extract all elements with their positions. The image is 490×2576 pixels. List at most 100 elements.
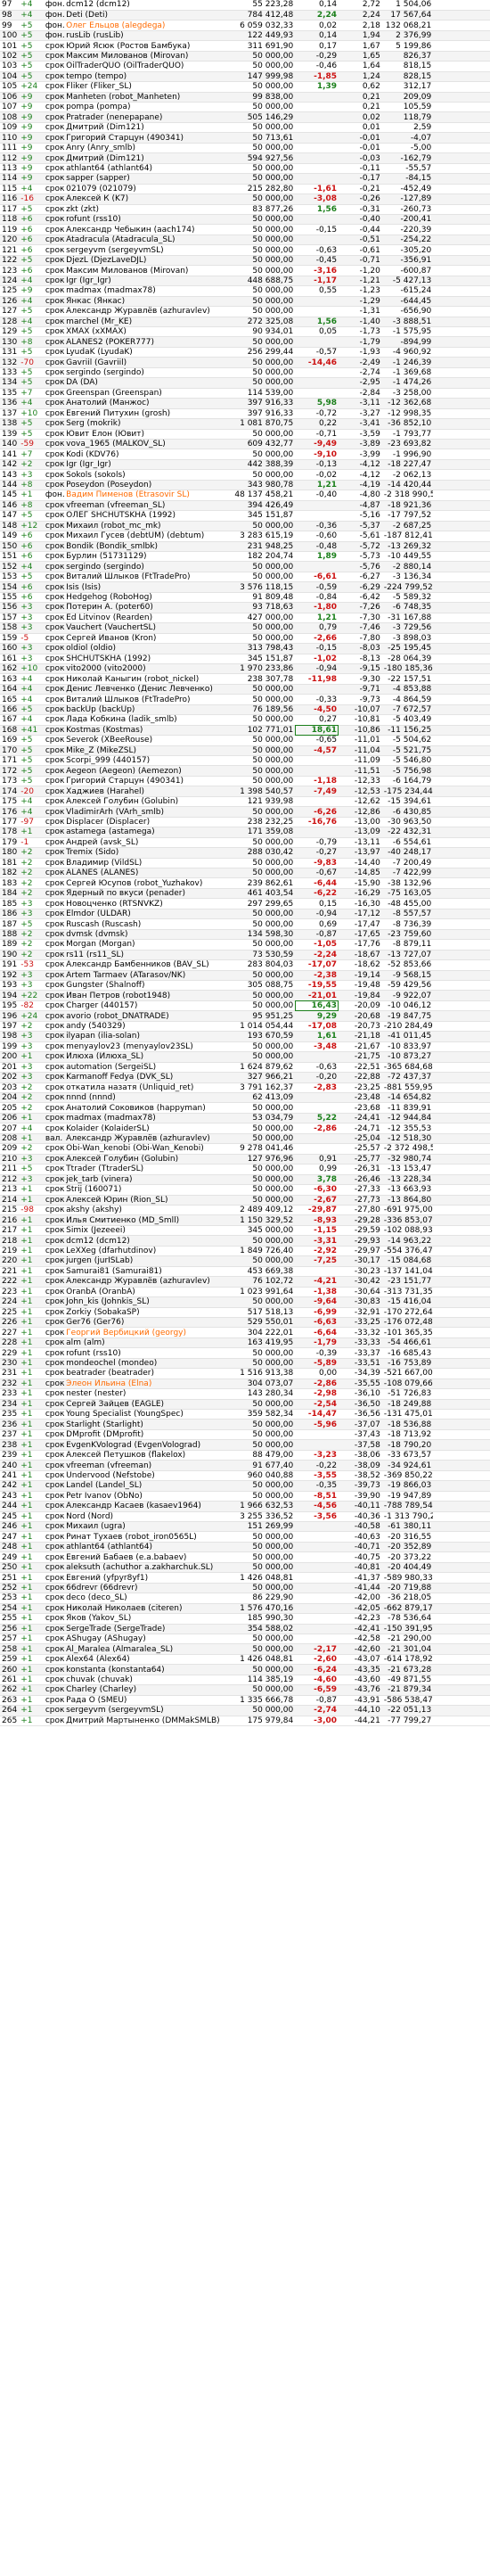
participant-link[interactable]: automation (SergeiSL) [64,1062,224,1074]
participant-link[interactable]: Gungster (Shalnoff) [64,980,224,992]
participant-link[interactable]: Максим Милованов (Mirovan) [64,265,224,276]
participant-link[interactable]: Deti (Deti) [64,10,224,21]
participant-link[interactable]: SergeTrade (SergeTrade) [64,1624,224,1635]
participant-link[interactable]: konstanta (konstanta64) [64,1664,224,1675]
participant-link[interactable]: Karmanoff Fedya (DVK_SL) [64,1072,224,1083]
participant-link[interactable]: Ed Litvinov (Rearden) [64,613,224,624]
participant-link[interactable]: Олег Ельцов (alegdega) [64,20,224,31]
participant-link[interactable]: Николай Николаев (citeren) [64,1603,224,1615]
participant-link[interactable]: pompa (pompa) [64,102,224,113]
participant-link[interactable]: Landel (Landel_SL) [64,1480,224,1492]
participant-link[interactable]: Георгий Вербицкий (georgy) [64,1327,224,1338]
participant-link[interactable]: Igr (Igr_Igr) [64,276,224,287]
participant-link[interactable]: Obi-Wan_kenobi (Obi-Wan_Kenobi) [64,1143,224,1155]
participant-link[interactable]: XMAX (xXMAX) [64,326,224,338]
participant-link[interactable]: Максим Милованов (Mirovan) [64,51,224,62]
participant-link[interactable]: Gavriil (Gavriil) [64,357,224,368]
participant-link[interactable]: откатила назатя (Unliquid_ret) [64,1082,224,1094]
participant-link[interactable]: Григорий Старцун (490341) [64,776,224,787]
participant-link[interactable]: Сергей Зайцев (EAGLE) [64,1399,224,1411]
participant-link[interactable]: rusLib (rusLib) [64,30,224,42]
participant-link[interactable]: Hedgehog (RoboHog) [64,592,224,604]
participant-link[interactable]: Лада Кобкина (ladik_smlb) [64,714,224,726]
participant-link[interactable]: nnnd (nnnd) [64,1092,224,1104]
participant-link[interactable]: Ринат Тухаев (robot_iron0565L) [64,1531,224,1543]
participant-link[interactable]: VladimirArh (VArh_smlb) [64,806,224,818]
participant-link[interactable]: LeXXeg (dfarhutdinov) [64,1246,224,1257]
participant-link[interactable]: Иван Петров (robot1948) [64,990,224,1001]
participant-link[interactable]: Вадим Пименов (Etrasovir SL) [64,490,224,501]
participant-link[interactable]: Ger76 (Ger76) [64,1317,224,1329]
participant-link[interactable]: Алексей Юрин (Rion_SL) [64,1195,224,1206]
participant-link[interactable]: LyudaK (LyudaK) [64,347,224,358]
participant-link[interactable]: Nord (Nord) [64,1511,224,1523]
participant-link[interactable]: Vauchert (VauchertSL) [64,622,224,634]
participant-link[interactable]: Потерин А. (poter60) [64,602,224,613]
participant-link[interactable]: vfreeman (vfreeman_SL) [64,500,224,512]
participant-link[interactable]: Андрей (avsk_SL) [64,837,224,849]
participant-link[interactable]: menyaylov23 (menyaylov23SL) [64,1041,224,1053]
participant-link[interactable]: Al_Maralea (Almaralea_SL) [64,1643,224,1655]
participant-link[interactable]: Михаил (ugra) [64,1521,224,1533]
participant-link[interactable]: nester (nester) [64,1388,224,1400]
participant-link[interactable]: ОЛЕГ SHCHUTSKHA (1992) [64,510,224,522]
participant-link[interactable]: Sokols (sokols) [64,469,224,481]
participant-link[interactable]: oldiol (oldio) [64,643,224,654]
participant-link[interactable]: tempo (tempo) [64,71,224,83]
participant-link[interactable]: Евгений (yfpyr8yf1) [64,1572,224,1584]
participant-link[interactable]: Igr (Igr_Igr) [64,459,224,471]
participant-link[interactable]: DjezL (DjezLaveDJL) [64,255,224,267]
participant-link[interactable]: Григорий Старцун (490341) [64,132,224,144]
participant-link[interactable]: rs11 (rs11_SL) [64,950,224,961]
participant-link[interactable]: Petr Ivanov (ObNo) [64,1491,224,1502]
participant-link[interactable]: Янкас (Янкас) [64,296,224,308]
participant-link[interactable]: Pratrader (nenepapane) [64,111,224,123]
participant-link[interactable]: SHCHUTSKHA (1992) [64,654,224,664]
participant-link[interactable]: Юрий Ясюк (Ростов Бамбука) [64,40,224,52]
participant-link[interactable]: andy (540329) [64,1021,224,1033]
participant-link[interactable]: Дмитрий (Dim121) [64,152,224,164]
participant-link[interactable]: madmax (madmax78) [64,1113,224,1124]
participant-link[interactable]: Scorpi_999 (440157) [64,755,224,767]
participant-link[interactable]: Zorkiy (SobakaSP) [64,1307,224,1318]
participant-link[interactable]: Александр Касаев (kasaev1964) [64,1501,224,1512]
participant-link[interactable]: Ttrader (TtraderSL) [64,1164,224,1175]
participant-link[interactable]: Дмитрий (Dim121) [64,122,224,134]
participant-link[interactable]: Ювит Ёлон (Ювит) [64,429,224,440]
participant-link[interactable]: Илья Смитиенко (MD_Smll) [64,1214,224,1226]
participant-link[interactable]: backUp (backUp) [64,704,224,716]
participant-link[interactable]: DA (DA) [64,377,224,389]
participant-link[interactable]: Виталий Шлыков (FtTradePro) [64,694,224,705]
participant-link[interactable]: ALANES (ALANES) [64,868,224,879]
participant-link[interactable]: Severok (XBeeRouse) [64,735,224,746]
participant-link[interactable]: Poseydon (Poseydon) [64,480,224,491]
participant-link[interactable]: Хаджиев (Harahel) [64,786,224,797]
participant-link[interactable]: Рада О (SMEU) [64,1695,224,1707]
participant-link[interactable]: deco (deco_SL) [64,1593,224,1604]
participant-link[interactable]: Tremix (Sido) [64,847,224,859]
participant-link[interactable]: akshy (akshy) [64,1205,224,1216]
participant-link[interactable]: Сергей Иванов (Kron) [64,633,224,645]
participant-link[interactable]: Денис Левченко (Денис Левченко) [64,684,224,695]
participant-link[interactable]: ilyapan (ilia-solan) [64,1031,224,1042]
participant-link[interactable]: Starlight (Starlight) [64,1419,224,1430]
participant-link[interactable]: Kodi (KDV76) [64,449,224,460]
participant-link[interactable]: Anry (Anry_smlb) [64,143,224,154]
participant-link[interactable]: OranbA (OranbA) [64,1287,224,1298]
participant-link[interactable]: rofunt (rss10) [64,1347,224,1359]
participant-link[interactable]: Евгений Бабаев (e.a.babaev) [64,1551,224,1563]
participant-link[interactable]: Алексей Петушков (flakelox) [64,1450,224,1461]
participant-link[interactable]: athlant64 (athlant64) [64,163,224,175]
participant-link[interactable]: jurgen (jurISLab) [64,1255,224,1267]
participant-link[interactable]: sergindo (sergindo) [64,367,224,379]
participant-link[interactable]: Михаил (robot_mc_mk) [64,521,224,532]
participant-link[interactable]: Manheten (robot_Manheten) [64,92,224,103]
participant-link[interactable]: Undervood (Nefstobe) [64,1470,224,1482]
participant-link[interactable]: dcm12 (dcm12) [64,1235,224,1247]
participant-link[interactable]: Elmdor (ULDAR) [64,909,224,920]
participant-link[interactable]: sapper (sapper) [64,173,224,185]
participant-link[interactable]: OilTraderQUO (OilTraderQUO) [64,61,224,72]
participant-link[interactable]: dcm12 (dcm12) [64,0,224,11]
participant-link[interactable]: AShugay (AShugay) [64,1634,224,1645]
participant-link[interactable]: vito2000 (vito2000) [64,663,224,675]
